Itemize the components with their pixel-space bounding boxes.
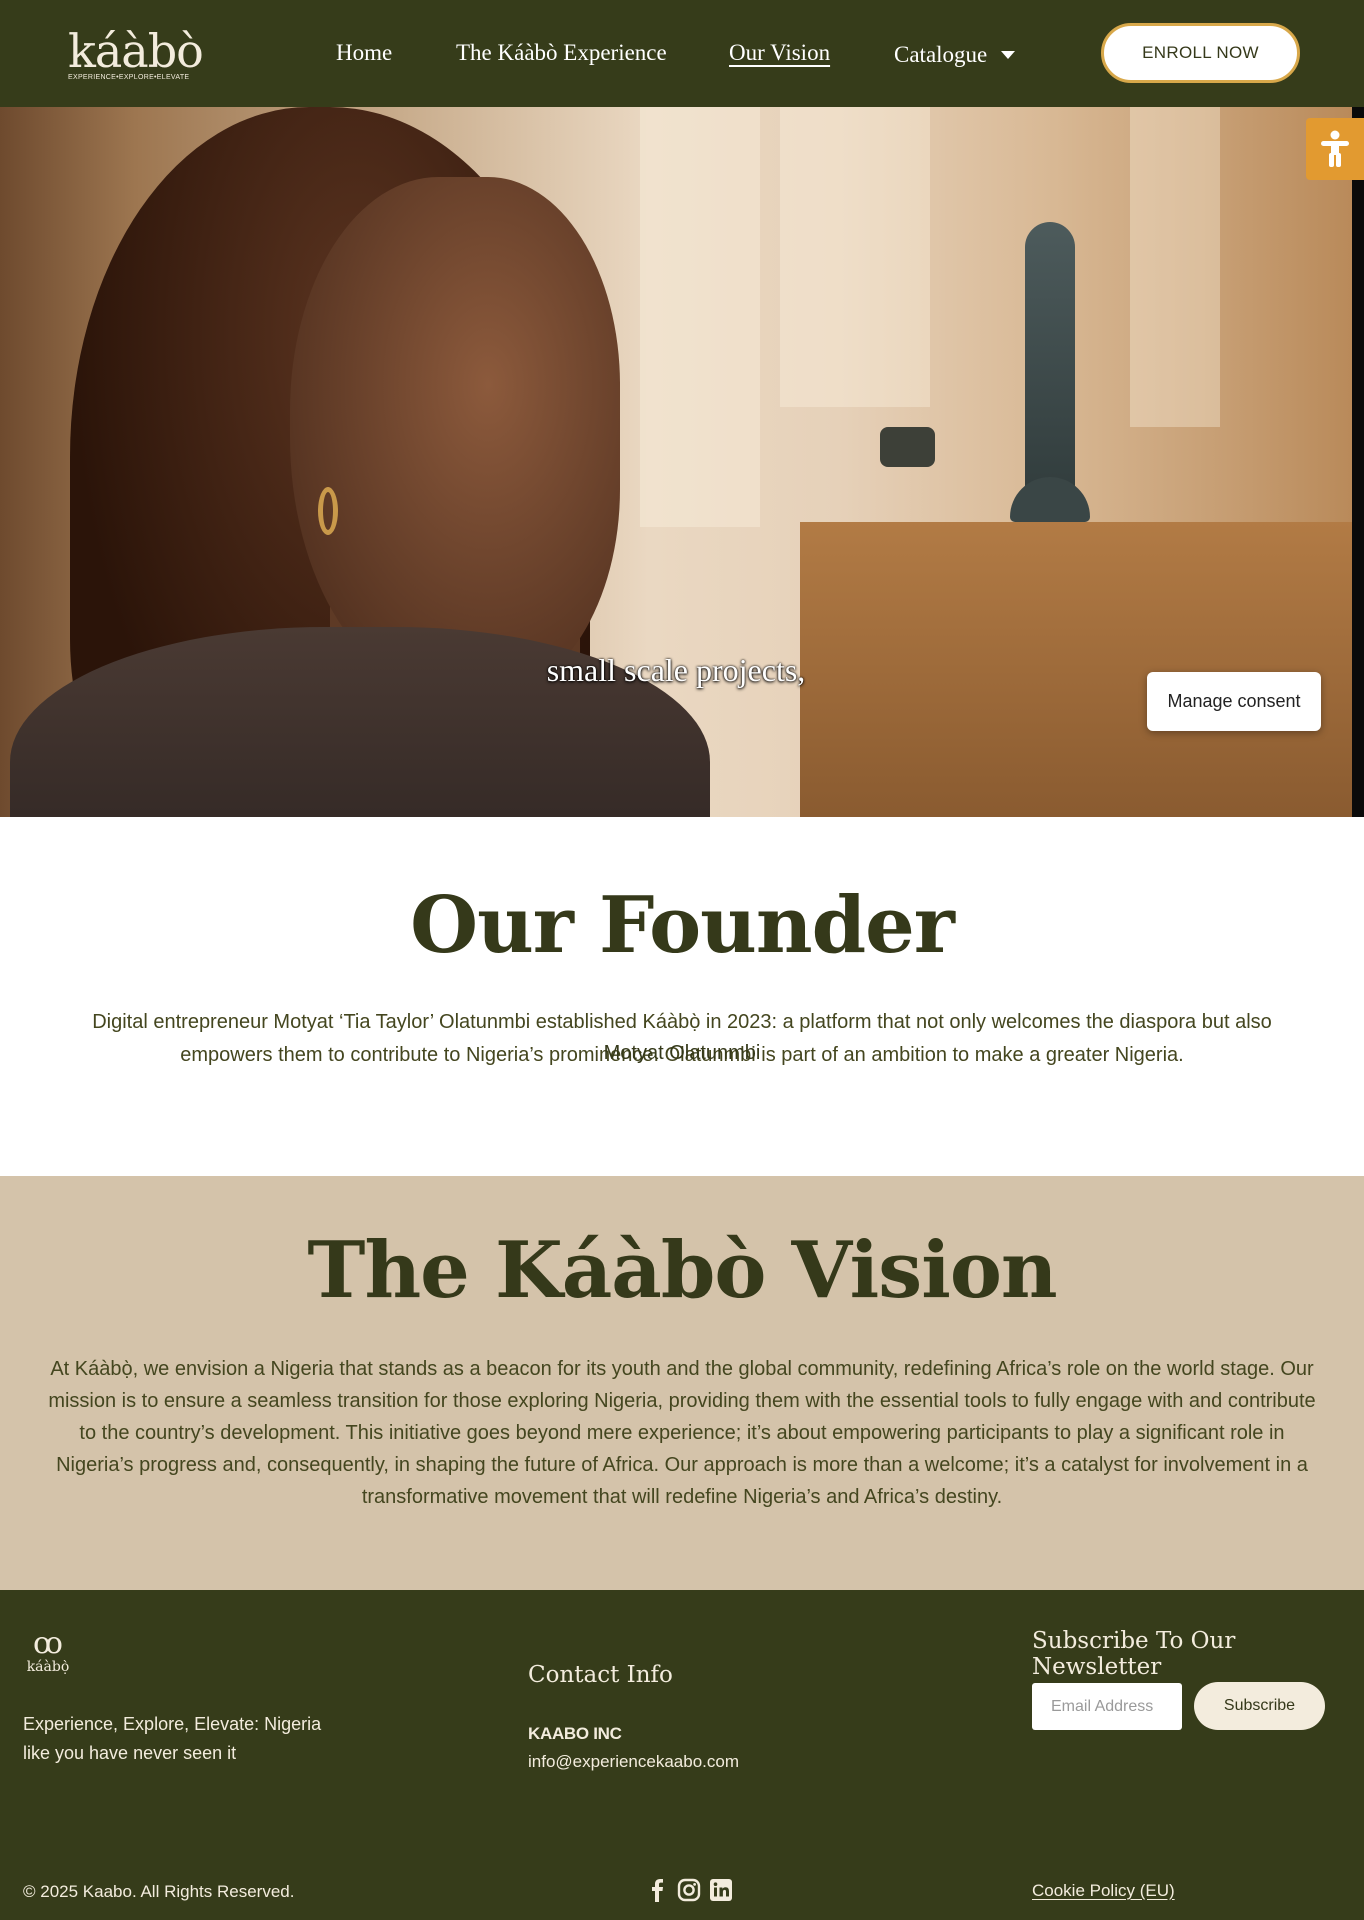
founder-earring <box>318 487 338 535</box>
nav-catalogue-label: Catalogue <box>894 42 988 67</box>
newsletter-email-input[interactable] <box>1032 1683 1182 1730</box>
founder-heading: Our Founder <box>410 880 955 971</box>
background-bowl <box>880 427 935 467</box>
footer-logo-wordmark: káàbọ̀ <box>26 1659 70 1675</box>
accessibility-icon <box>1321 130 1349 167</box>
video-edge <box>1352 107 1364 817</box>
background-wall-panel <box>780 107 930 407</box>
company-name: KAABO INC <box>528 1724 622 1743</box>
nav-catalogue[interactable]: Catalogue <box>894 40 1016 70</box>
background-statue-base <box>1010 477 1090 522</box>
footer-tagline: Experience, Explore, Elevate: Nigeria li… <box>23 1714 322 1763</box>
background-wall-panel <box>1130 107 1220 427</box>
facebook-icon[interactable] <box>645 1878 669 1902</box>
copyright-text: © 2025 Kaabo. All Rights Reserved. <box>23 1882 295 1901</box>
instagram-icon[interactable] <box>677 1878 701 1902</box>
social-links <box>645 1878 733 1902</box>
footer-logo-mark: ꝏ <box>33 1626 63 1661</box>
background-wall-panel <box>640 107 760 527</box>
logo-tagline: EXPERIENCE•EXPLORE•ELEVATE <box>68 74 190 81</box>
founder-face <box>290 177 620 697</box>
caret-down-icon <box>1001 51 1016 59</box>
vision-heading: The Káàbò Vision <box>307 1225 1057 1316</box>
contact-email-link[interactable]: info@experiencekaabo.com <box>528 1752 739 1772</box>
enroll-now-button[interactable]: ENROLL NOW <box>1101 23 1300 83</box>
founder-name-overlay: Motyat Olatunmbi <box>603 1042 761 1064</box>
manage-consent-button[interactable]: Manage consent <box>1147 672 1321 731</box>
nav-home[interactable]: Home <box>336 40 392 70</box>
accessibility-button[interactable] <box>1306 118 1364 180</box>
subscribe-button[interactable]: Subscribe <box>1194 1682 1325 1730</box>
vision-description: At Káàbọ̀, we envision a Nigeria that st… <box>48 1358 1316 1508</box>
footer-logo[interactable]: ꝏ káàbọ̀ <box>23 1626 73 1675</box>
nav-our-vision[interactable]: Our Vision <box>729 40 830 70</box>
site-header: káàbò EXPERIENCE•EXPLORE•ELEVATE Home Th… <box>0 0 1364 107</box>
cookie-policy-link[interactable]: Cookie Policy (EU) <box>1032 1881 1175 1901</box>
nav-experience[interactable]: The Káàbò Experience <box>456 40 667 70</box>
contact-info-heading: Contact Info <box>528 1662 673 1688</box>
logo-wordmark: káàbò <box>68 24 204 78</box>
newsletter-heading: Subscribe To Our Newsletter <box>1032 1628 1236 1680</box>
linkedin-icon[interactable] <box>709 1878 733 1902</box>
site-logo[interactable]: káàbò EXPERIENCE•EXPLORE•ELEVATE <box>68 24 204 81</box>
